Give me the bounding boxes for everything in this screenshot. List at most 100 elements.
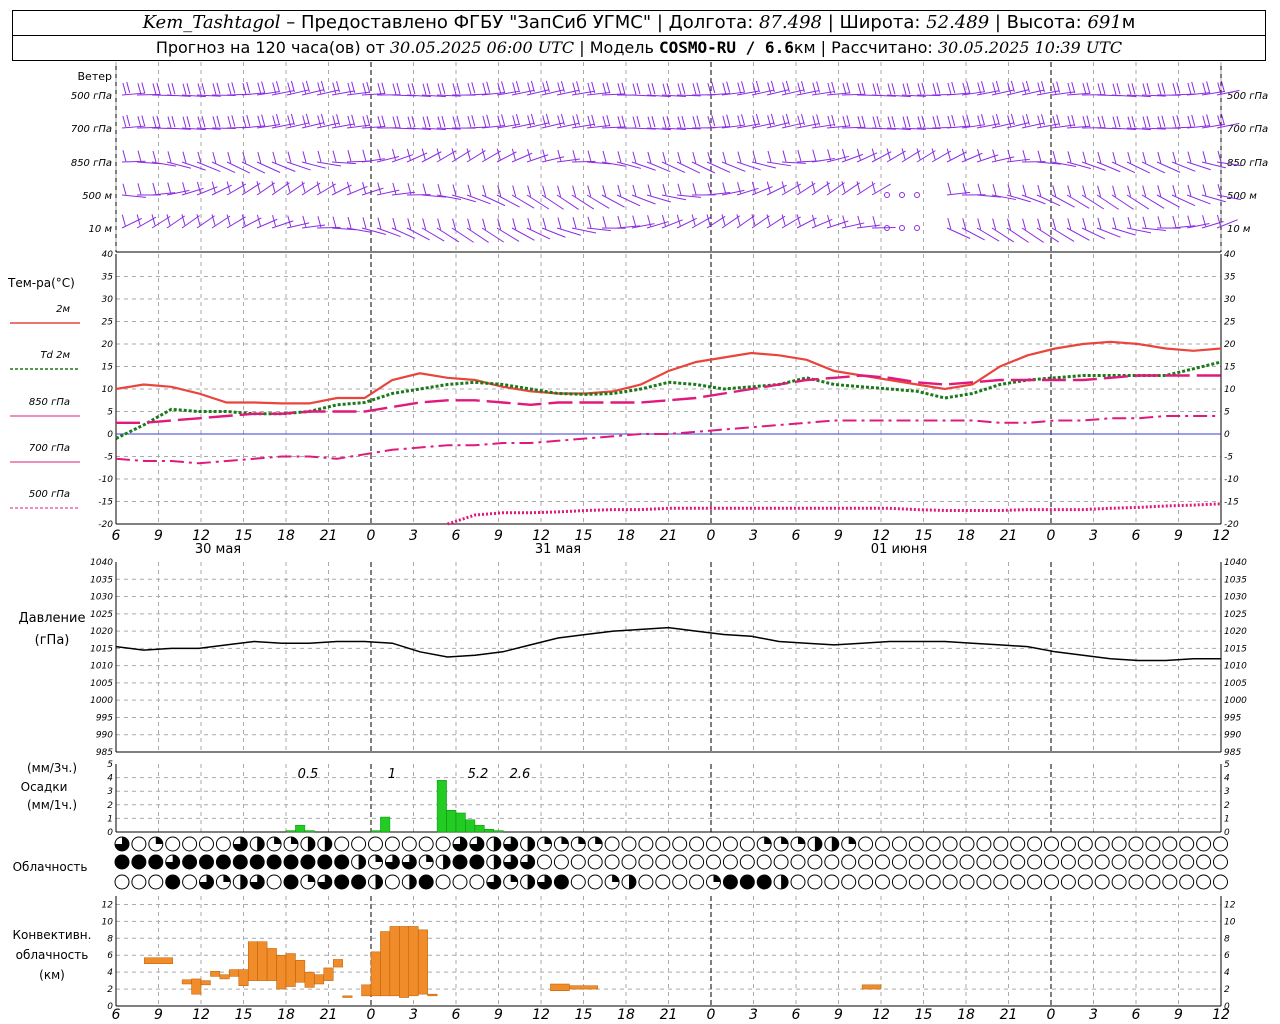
convective-xtick: 0 (367, 1007, 376, 1023)
cloud-cover-symbol (469, 874, 485, 890)
pressure-ytick-left: 1015 (90, 644, 113, 654)
cloud-cover-symbol (182, 854, 198, 870)
wind-barb (946, 227, 971, 239)
cloud-circle (351, 836, 367, 852)
wind-barb-feather (632, 151, 637, 163)
wind-barb (601, 161, 627, 167)
wind-barb-feather (452, 184, 457, 196)
temp-xtick: 6 (1132, 528, 1141, 544)
cloud-circle (469, 854, 485, 870)
cloud-cover-symbol (1162, 874, 1178, 890)
convective-ytick-left: 8 (107, 934, 113, 944)
convective-bar (861, 984, 882, 990)
convective-bar (427, 993, 438, 997)
wind-barb-feather (721, 214, 726, 226)
cloud-cover-symbol (418, 874, 434, 890)
wind-barb-feather (362, 149, 367, 161)
wind-barb (301, 182, 321, 196)
convective-ytick-left: 6 (107, 951, 113, 961)
cloud-cover-symbol (942, 836, 958, 852)
wind-barb-feather (512, 218, 517, 230)
wind-barb-feather (861, 115, 866, 127)
wind-barb-feather (842, 116, 847, 128)
wind-barb-feather (891, 116, 896, 128)
cloud-circle (689, 854, 705, 870)
cloud-fill-half (257, 837, 265, 852)
cloud-circle (908, 874, 924, 890)
wind-barb-feather (261, 114, 266, 126)
cloud-cover-symbol (182, 874, 198, 890)
cloud-circle (1111, 854, 1127, 870)
wind-barb-feather (557, 149, 562, 161)
cloud-cover-symbol (1128, 874, 1144, 890)
cloud-cover-symbol (959, 854, 975, 870)
cloud-cover-symbol (1044, 836, 1059, 852)
cloud-circle (148, 854, 164, 870)
wind-barb-feather (527, 218, 532, 230)
convective-xtick: 15 (915, 1007, 933, 1023)
cloud-cover-symbol (1027, 854, 1043, 870)
cloud-cover-symbol (232, 874, 248, 890)
cloud-cover-symbol (587, 854, 603, 870)
cloud-cover-symbol (1179, 854, 1195, 870)
wind-barb-feather (1202, 115, 1207, 127)
wind-barb-feather (755, 80, 760, 93)
wind-barb-feather (275, 114, 280, 126)
wind-barb-feather (662, 183, 667, 196)
wind-barb (1021, 194, 1046, 205)
cloud-cover-symbol (503, 854, 519, 870)
temp-xtick: 0 (367, 528, 376, 544)
pressure-ytick-right: 1010 (1224, 662, 1247, 672)
precip-bar (484, 829, 495, 833)
cloud-cover-symbol (773, 836, 789, 852)
wind-barb-feather (1082, 218, 1087, 230)
cloud-cover-symbol (317, 854, 333, 870)
wind-barb-feather (572, 217, 577, 229)
cloud-cover-symbol (1094, 874, 1110, 890)
cloud-circle (587, 854, 603, 870)
wind-barb-feather (212, 83, 217, 95)
cloud-circle (908, 836, 924, 852)
precip-ytick-left: 0 (107, 828, 113, 838)
cloud-circle (891, 836, 907, 852)
cloud-cover-symbol (908, 854, 924, 870)
cloud-cover-symbol (1196, 854, 1212, 870)
wind-barb-feather (602, 185, 607, 197)
cloud-circle (959, 854, 975, 870)
wind-barb-feather (1191, 81, 1196, 94)
convective-xtick: 12 (1212, 1007, 1230, 1023)
wind-barb-feather (437, 183, 442, 196)
wind-barb-feather (451, 148, 456, 160)
wind-barb-feather (651, 116, 656, 128)
cloud-cover-symbol (351, 836, 367, 852)
temp-xtick: 3 (1089, 528, 1098, 544)
cloud-cover-symbol (452, 874, 468, 890)
cloud-circle (1162, 874, 1178, 890)
wind-barb-feather (797, 115, 802, 127)
cloud-cover-symbol (131, 874, 147, 890)
cloud-circle (1060, 836, 1076, 852)
convective-bar (229, 969, 240, 977)
wind-barb-feather (636, 82, 641, 95)
convective-bar (144, 957, 173, 964)
cloud-circle (722, 836, 738, 852)
temp-xtick: 9 (154, 528, 163, 544)
wind-barb-feather (647, 184, 652, 196)
pressure-ytick-left: 1010 (90, 662, 113, 672)
temp-ytick-right: -10 (1224, 475, 1239, 485)
wind-barb-feather (1127, 152, 1132, 164)
cloud-circle (334, 836, 350, 852)
precip-bar (493, 830, 504, 833)
cloud-circle (672, 854, 688, 870)
wind-barb (766, 215, 786, 229)
wind-barb-feather (557, 82, 562, 94)
wind-barb-feather (861, 82, 866, 94)
cloud-circle (875, 874, 890, 890)
cloud-fill-quarter (223, 875, 231, 882)
wind-barb-feather (921, 82, 926, 94)
precip-bar (285, 830, 296, 833)
convective-unit: (км) (39, 968, 65, 982)
cloud-circle (351, 874, 367, 890)
wind-barb (661, 161, 686, 174)
cloud-cover-symbol (469, 854, 485, 870)
